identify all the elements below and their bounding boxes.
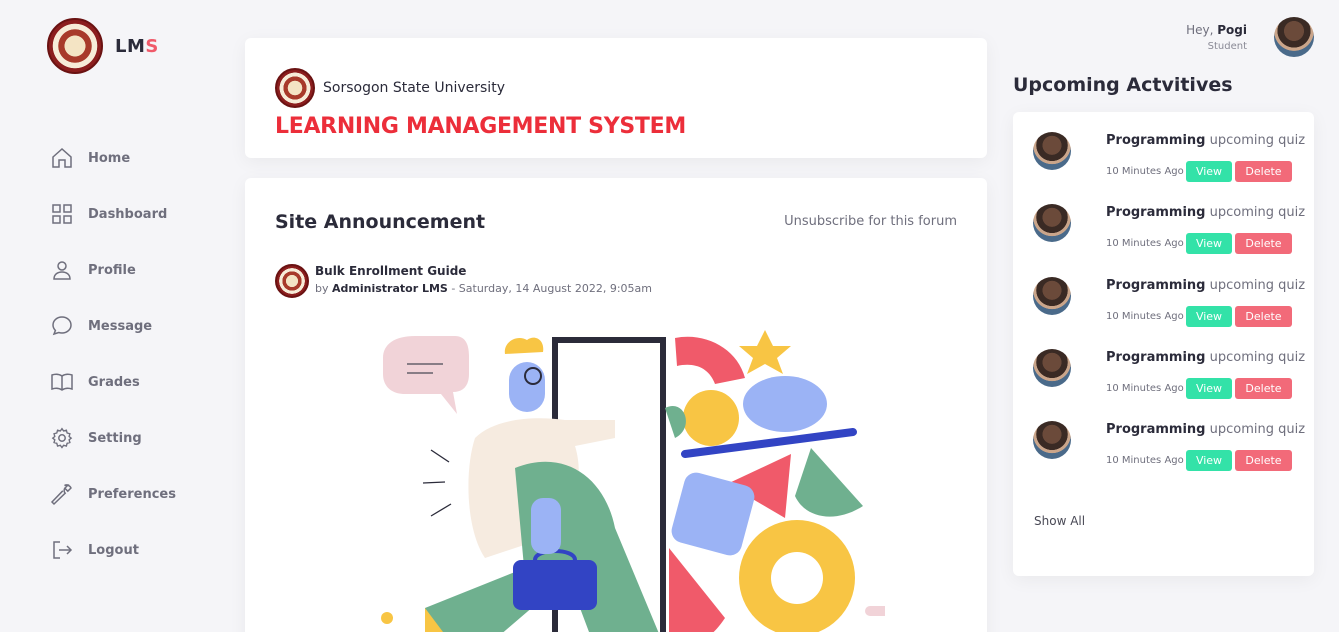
view-button[interactable]: View (1186, 378, 1232, 399)
user-menu[interactable]: Hey, Pogi Student (1186, 17, 1314, 57)
university-seal-logo (47, 18, 103, 74)
delete-button[interactable]: Delete (1235, 378, 1292, 399)
sidebar-item-label: Setting (88, 430, 142, 446)
user-info: Hey, Pogi Student (1186, 23, 1247, 52)
unsubscribe-link[interactable]: Unsubscribe for this forum (784, 214, 957, 229)
university-name: Sorsogon State University (323, 80, 505, 96)
grid-icon (52, 204, 72, 224)
activities-heading: Upcoming Actvitives (1013, 74, 1233, 96)
sidebar-nav: Home Dashboard Profile Message Grades Se… (50, 130, 176, 578)
activity-item: Programming upcoming quiz 10 Minutes Ago… (1033, 401, 1305, 471)
university-row: Sorsogon State University (275, 68, 505, 108)
sidebar-item-label: Preferences (88, 486, 176, 502)
delete-button[interactable]: Delete (1235, 233, 1292, 254)
logout-icon (53, 541, 73, 559)
show-all-link[interactable]: Show All (1034, 514, 1085, 528)
activity-item: Programming upcoming quiz 10 Minutes Ago… (1033, 112, 1305, 182)
header-card: Sorsogon State University LEARNING MANAG… (245, 38, 987, 158)
announcement-title: Site Announcement (275, 211, 486, 233)
wrench-icon (50, 484, 72, 506)
book-icon (51, 373, 73, 391)
view-button[interactable]: View (1186, 450, 1232, 471)
delete-button[interactable]: Delete (1235, 306, 1292, 327)
sidebar-item-profile[interactable]: Profile (50, 242, 176, 298)
activity-time: 10 Minutes Ago (1106, 383, 1184, 394)
post-date: - Saturday, 14 August 2022, 9:05am (451, 282, 652, 295)
view-button[interactable]: View (1186, 306, 1232, 327)
view-button[interactable]: View (1186, 233, 1232, 254)
activity-text: Programming upcoming quiz (1106, 133, 1306, 148)
delete-button[interactable]: Delete (1235, 450, 1292, 471)
activity-time: 10 Minutes Ago (1106, 238, 1184, 249)
post-meta: Bulk Enrollment Guide by Administrator L… (315, 264, 652, 295)
sidebar-item-preferences[interactable]: Preferences (50, 466, 176, 522)
sidebar-item-home[interactable]: Home (50, 130, 176, 186)
sidebar-item-label: Profile (88, 262, 136, 278)
user-role: Student (1207, 40, 1247, 52)
sidebar-item-setting[interactable]: Setting (50, 410, 176, 466)
sidebar-item-grades[interactable]: Grades (50, 354, 176, 410)
activity-item: Programming upcoming quiz 10 Minutes Ago… (1033, 184, 1305, 254)
activities-card: Programming upcoming quiz 10 Minutes Ago… (1013, 112, 1314, 576)
sidebar-item-message[interactable]: Message (50, 298, 176, 354)
activity-item: Programming upcoming quiz 10 Minutes Ago… (1033, 329, 1305, 399)
post-author-avatar (275, 264, 309, 298)
avatar (1033, 204, 1071, 242)
activity-time: 10 Minutes Ago (1106, 311, 1184, 322)
sidebar-item-label: Dashboard (88, 206, 168, 222)
post-byline: by Administrator LMS - Saturday, 14 Augu… (315, 282, 652, 295)
avatar (1033, 277, 1071, 315)
avatar (1033, 421, 1071, 459)
gear-icon (51, 427, 73, 449)
post-author[interactable]: Administrator LMS (332, 282, 448, 295)
post-title[interactable]: Bulk Enrollment Guide (315, 264, 652, 278)
sidebar-item-label: Message (88, 318, 153, 334)
home-icon (52, 147, 72, 168)
activity-item: Programming upcoming quiz 10 Minutes Ago… (1033, 257, 1305, 327)
sidebar-item-logout[interactable]: Logout (50, 522, 176, 578)
brand[interactable]: LMS (47, 18, 159, 74)
activity-text: Programming upcoming quiz (1106, 205, 1306, 220)
post-header: Bulk Enrollment Guide by Administrator L… (275, 264, 652, 298)
activity-time: 10 Minutes Ago (1106, 166, 1184, 177)
byline-prefix: by (315, 282, 329, 295)
user-greeting: Hey, Pogi (1186, 22, 1247, 37)
avatar[interactable] (1274, 17, 1314, 57)
sidebar-item-label: Logout (88, 542, 139, 558)
activity-text: Programming upcoming quiz (1106, 422, 1306, 437)
view-button[interactable]: View (1186, 161, 1232, 182)
sidebar-item-dashboard[interactable]: Dashboard (50, 186, 176, 242)
activity-time: 10 Minutes Ago (1106, 455, 1184, 466)
activity-text: Programming upcoming quiz (1106, 350, 1306, 365)
university-seal-icon (275, 68, 315, 108)
avatar (1033, 349, 1071, 387)
activity-text: Programming upcoming quiz (1106, 278, 1306, 293)
sidebar-item-label: Grades (88, 374, 140, 390)
sidebar: LMS Home Dashboard Profile Message Grade… (0, 0, 230, 632)
announcement-card: Site Announcement Unsubscribe for this f… (245, 178, 987, 632)
user-icon (53, 261, 71, 280)
user-name: Pogi (1217, 22, 1247, 37)
delete-button[interactable]: Delete (1235, 161, 1292, 182)
system-title: LEARNING MANAGEMENT SYSTEM (275, 114, 686, 139)
sidebar-item-label: Home (88, 150, 131, 166)
avatar (1033, 132, 1071, 170)
announcement-illustration (381, 330, 885, 632)
message-icon (52, 316, 72, 336)
brand-name: LMS (115, 35, 159, 57)
